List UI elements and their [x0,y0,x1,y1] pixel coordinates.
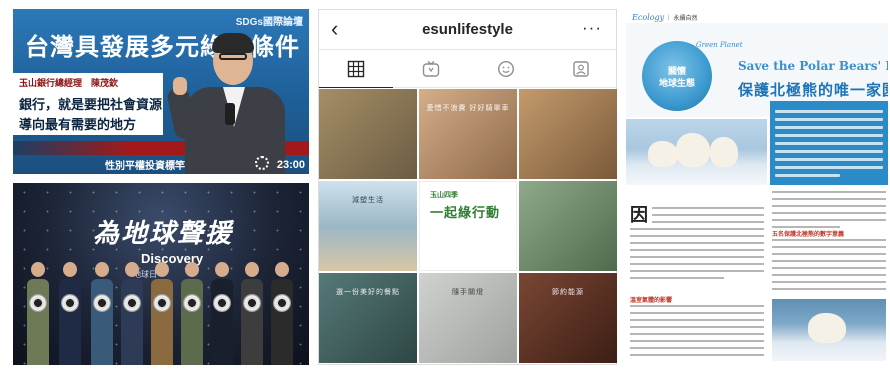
event-banner-title: 為地球聲援 [93,219,234,249]
body-text-column-1a [652,207,764,228]
more-icon[interactable]: ··· [582,18,602,38]
post-thumbnail[interactable]: 減塑生活 [319,181,417,271]
speaker-figure [165,29,291,174]
post-grid: 愛惜不浪費 好好騎單車 減塑生活 玉山四季 一起綠行動 選一份美好的餐點 隨手關… [319,89,618,365]
post-thumbnail[interactable]: 選一份美好的餐點 [319,273,417,363]
profile-tabs [319,50,616,88]
article-headline-en: Save the Polar Bears' Home [738,59,888,73]
speaker-name: 玉山銀行總經理 陳茂欽 [19,78,119,88]
globe-label: 關懷 地球生態 [650,65,704,89]
polar-bears-photo [626,119,767,185]
post-thumbnail[interactable]: 隨手關燈 [419,273,517,363]
section-label: Ecology [632,13,665,22]
section-tag: ｜ 永續自然 [665,16,698,22]
globe-label-line-1: 關懷 [667,66,686,76]
section-header: Ecology ｜ 永續自然 [632,13,698,22]
igtv-icon [422,60,440,77]
post-thumbnail[interactable] [319,89,417,179]
post-thumbnail[interactable] [519,181,617,271]
body-text-column-2a [772,191,886,233]
post-title: 一起綠行動 [430,205,501,220]
post-thumbnail[interactable]: 愛惜不浪費 好好騎單車 [419,89,517,179]
face-icon [497,60,515,78]
microphone-icon [225,103,235,125]
post-thumbnail[interactable]: 節約能源 [519,273,617,363]
post-thumbnail[interactable]: 玉山四季 一起綠行動 [419,181,517,271]
post-caption: 愛惜不浪費 好好騎單車 [426,105,510,112]
video-thumbnail[interactable]: 台灣具發展多元綠能條件 SDGs國際論壇 玉山銀行總經理 陳茂欽 銀行，就是要把… [13,9,309,174]
post-thumbnail[interactable] [519,89,617,179]
quote-line-1: 銀行，就是要把社會資源 [19,97,163,112]
subhead-1: 溫室氣體的影響 [630,298,673,304]
grid-icon [347,60,365,77]
drop-cap: 因 [630,205,648,225]
tagged-icon [573,61,589,77]
ig-header: ‹ esunlifestyle ··· [319,10,616,50]
magazine-page: Ecology ｜ 永續自然 關懷 地球生態 Green Planet Save… [626,9,888,365]
event-photo[interactable]: 為地球聲援 Discovery 地球日 [13,183,309,365]
tab-igtv[interactable] [394,50,468,88]
article-callout [770,101,888,185]
body-text-column-1b [630,228,764,284]
article-headline-zh: 保護北極熊的唯一家園 [738,82,888,99]
post-caption: 選一份美好的餐點 [336,289,400,296]
caption-card: 玉山銀行總經理 陳茂欽 銀行，就是要把社會資源 導向最有需要的地方 [13,73,163,135]
post-caption: 節約能源 [552,289,584,296]
forum-tag: SDGs國際論壇 [235,17,303,28]
body-text-column-2b [772,239,886,295]
tab-grid[interactable] [319,50,393,88]
post-caption: 隨手關燈 [452,289,484,296]
body-text-column-1c [630,305,764,361]
tab-reels[interactable] [469,50,543,88]
globe-label-line-2: 地球生態 [658,78,695,88]
profile-username: esunlifestyle [422,21,513,38]
tab-tagged[interactable] [544,50,618,88]
green-planet-label: Green Planet [696,41,743,49]
polar-bear-photo [772,299,886,361]
subhead-2: 五名保護北極熊的數字意義 [772,232,845,238]
post-brand: 玉山四季 [430,192,458,199]
left-panel: 台灣具發展多元綠能條件 SDGs國際論壇 玉山銀行總經理 陳茂欽 銀行，就是要把… [13,9,309,365]
group-of-people [21,255,309,365]
instagram-profile: ‹ esunlifestyle ··· 愛惜不浪費 好好騎單車 減塑生活 玉山四… [318,9,617,365]
post-caption: 減塑生活 [352,197,384,204]
loading-icon [255,156,269,170]
quote-line-2: 導向最有需要的地方 [19,117,137,132]
video-duration: 23:00 [276,159,305,171]
